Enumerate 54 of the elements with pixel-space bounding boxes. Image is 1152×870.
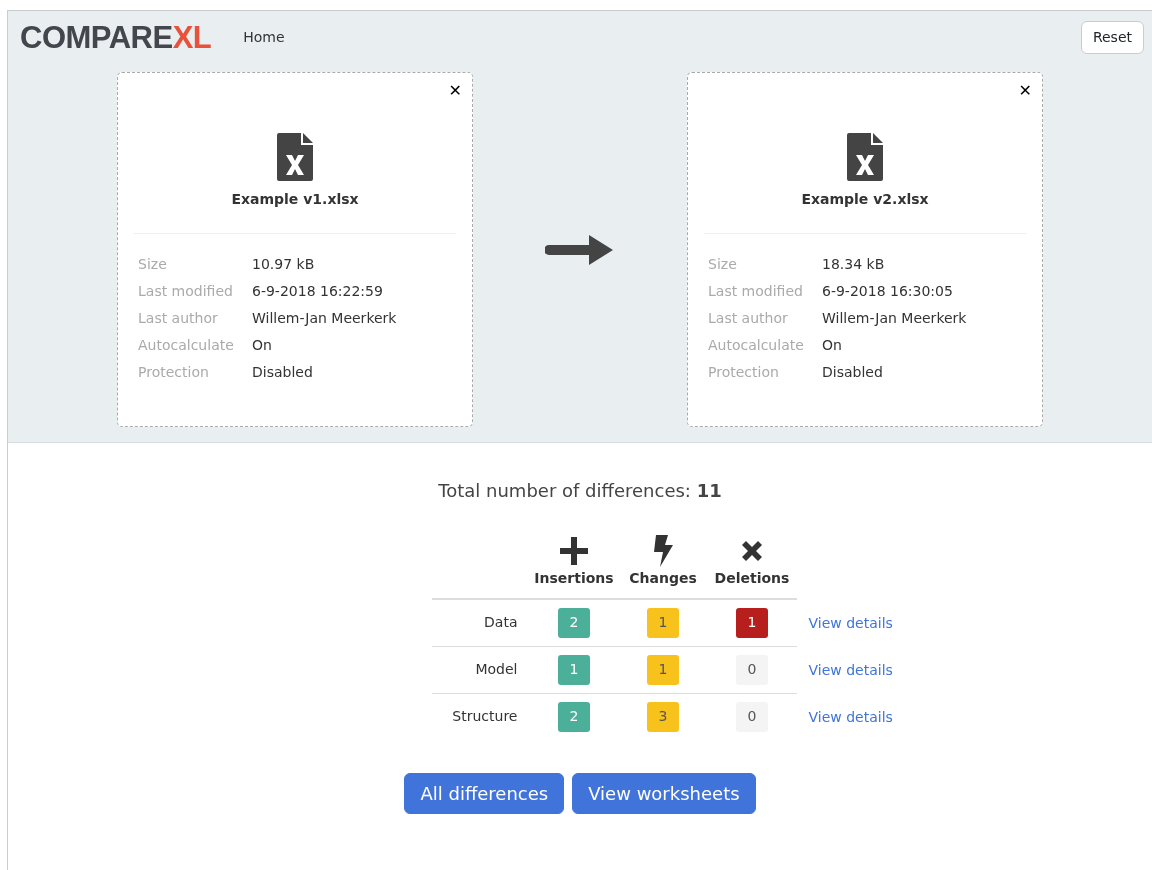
close-icon <box>740 539 764 563</box>
property-value: On <box>252 336 272 355</box>
property-label: Protection <box>708 363 780 382</box>
property-value: 18.34 kB <box>822 255 885 274</box>
count-badge: 1 <box>647 607 679 638</box>
property-value: Willem-Jan Meerkerk <box>822 309 967 328</box>
column-header: Deletions <box>714 570 790 586</box>
property-value: Disabled <box>252 363 313 382</box>
file-name: Example v1.xlsx <box>231 191 359 207</box>
column-header: Insertions <box>534 570 614 586</box>
count-badge: 1 <box>736 607 768 638</box>
reset-button[interactable]: Reset <box>1080 20 1144 54</box>
plus-icon <box>560 537 588 565</box>
property-label: Size <box>138 255 168 274</box>
action-button[interactable]: View worksheets <box>572 773 756 814</box>
column-header: Changes <box>629 570 697 586</box>
row-label: Data <box>484 614 518 631</box>
property-label: Last author <box>708 309 789 328</box>
right-arrow-icon <box>545 232 615 267</box>
action-button[interactable]: All differences <box>404 773 565 814</box>
property-value: 6-9-2018 16:30:05 <box>822 282 953 301</box>
property-label: Last modified <box>138 282 234 301</box>
close-button[interactable]: ✕ <box>1018 79 1032 103</box>
count-badge: 3 <box>647 701 679 732</box>
property-value: Disabled <box>822 363 883 382</box>
nav-link[interactable]: Home <box>243 26 285 48</box>
count-badge: 2 <box>558 701 590 732</box>
row-label: Model <box>475 661 518 677</box>
property-label: Last author <box>138 309 219 328</box>
property-label: Size <box>708 255 738 274</box>
count-badge: 0 <box>736 654 768 685</box>
lightning-icon <box>653 535 673 567</box>
property-label: Autocalculate <box>708 336 805 355</box>
row-label: Structure <box>452 708 518 725</box>
close-button[interactable]: ✕ <box>448 79 462 103</box>
property-label: Protection <box>138 363 210 382</box>
property-value: 6-9-2018 16:22:59 <box>252 282 383 301</box>
property-label: Last modified <box>708 282 804 301</box>
logo[interactable]: COMPAREXL <box>20 21 212 53</box>
property-value: 10.97 kB <box>252 255 315 274</box>
property-value: On <box>822 336 842 355</box>
property-value: Willem-Jan Meerkerk <box>252 309 397 328</box>
view-details-link[interactable]: View details <box>808 612 893 634</box>
spreadsheet-file-icon <box>277 133 313 181</box>
count-badge: 0 <box>736 701 768 732</box>
total-differences-text: Total number of differences: 11 <box>437 479 723 503</box>
file-name: Example v2.xlsx <box>801 191 929 207</box>
count-badge: 1 <box>558 654 590 685</box>
count-badge: 1 <box>647 654 679 685</box>
view-details-link[interactable]: View details <box>808 659 893 680</box>
spreadsheet-file-icon <box>847 133 883 181</box>
view-details-link[interactable]: View details <box>808 706 893 728</box>
count-badge: 2 <box>558 607 590 638</box>
property-label: Autocalculate <box>138 336 235 355</box>
